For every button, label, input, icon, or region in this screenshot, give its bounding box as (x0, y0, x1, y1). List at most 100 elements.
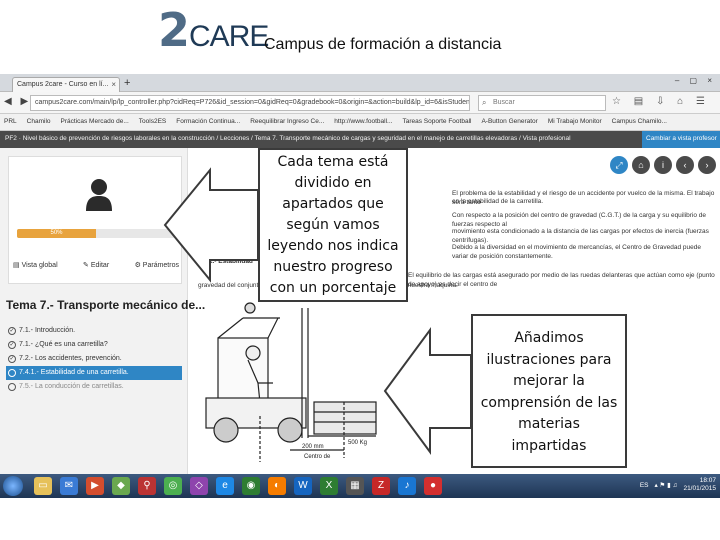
topic-item[interactable]: 7.4.1.- Estabilidad de una carretilla. (6, 366, 182, 380)
lesson-paragraph: Con respecto a la posición del centro de… (452, 212, 707, 228)
folder-icon[interactable]: ▭ (34, 477, 52, 495)
bookmark-item[interactable]: Mi Trabajo Monitor (548, 118, 602, 125)
circle-icon (8, 369, 16, 377)
search-icon: ⌕ (482, 98, 487, 107)
home-icon[interactable]: ⌂ (632, 156, 650, 174)
bookmark-item[interactable]: PRL (4, 118, 17, 125)
topic-item[interactable]: ✓ 7.1.- ¿Qué es una carretilla? (6, 338, 182, 352)
system-tray: ES ▴ ⚑ ▮ ♫ 18:07 21/01/2015 (640, 477, 716, 493)
lesson-toolbar: ⤢ ⌂ i ‹ › (610, 156, 716, 174)
app-icon[interactable]: ◉ (242, 477, 260, 495)
url-input[interactable]: campus2care.com/main/lp/lp_controller.ph… (30, 95, 470, 111)
global-view-button[interactable]: ▤ Vista global (13, 261, 58, 269)
callout-illustrations: Añadimos ilustraciones para mejorar la c… (471, 314, 627, 468)
distance-label: 200 mm (302, 444, 324, 450)
toolbar-icons[interactable]: ☆ ▤ ⇩ ⌂ ☰ (612, 96, 710, 107)
logo-number: 2 (158, 3, 190, 57)
topic-title: Tema 7.- Transporte mecánico de... (6, 298, 206, 312)
circle-icon (8, 383, 16, 391)
topic-label: 7.1.- Introducción. (19, 327, 76, 334)
ie-icon[interactable]: e (216, 477, 234, 495)
topic-label: 7.2.- Los accidentes, prevención. (19, 355, 122, 362)
topic-label: 7.5.- La conducción de carretillas. (19, 383, 124, 390)
center-label: Centro de (304, 454, 331, 460)
browser-tab[interactable]: Campus 2care - Curso en lí... × (12, 77, 120, 92)
brand-logo: 2 CARE (158, 3, 269, 57)
card-buttons: ▤ Vista global ✎ Editar ⚙ Parámetros (13, 261, 179, 269)
topic-label: 7.1.- ¿Qué es una carretilla? (19, 341, 108, 348)
breadcrumb[interactable]: PF2 · Nivel básico de prevención de ries… (0, 131, 720, 148)
back-forward-icons[interactable]: ◀ ▶ (4, 96, 31, 107)
callout-progress: Cada tema está dividido en apartados que… (258, 148, 408, 302)
close-icon[interactable]: × (111, 80, 116, 89)
progress-bar: 50% (17, 229, 175, 238)
sidebar: 50% ▤ Vista global ✎ Editar ⚙ Parámetros… (0, 148, 205, 474)
topic-list: ✓ 7.1.- Introducción. ✓ 7.1.- ¿Qué es una c… (6, 324, 182, 394)
clock[interactable]: 18:07 21/01/2015 (683, 477, 716, 493)
profile-card: 50% ▤ Vista global ✎ Editar ⚙ Parámetros (8, 156, 182, 284)
bookmark-item[interactable]: Formación Continua... (176, 118, 240, 125)
bookmark-item[interactable]: Reequilibrar Ingreso Ce... (250, 118, 324, 125)
firefox-icon[interactable]: ◐ (268, 477, 286, 495)
check-icon: ✓ (8, 355, 16, 363)
avatar-icon (86, 179, 112, 211)
topic-item[interactable]: ✓ 7.2.- Los accidentes, prevención. (6, 352, 182, 366)
parameters-button[interactable]: ⚙ Parámetros (135, 261, 179, 269)
search-input[interactable]: ⌕ Buscar (478, 95, 606, 111)
forklift-illustration: 500 Kg 200 mm Centro de (205, 302, 377, 462)
check-icon: ✓ (8, 341, 16, 349)
subsection-heading: 7.4.1.- Estabilidad (198, 258, 253, 265)
taskbar: ▭ ✉ ▶ ◆ ⚲ ◎ ◇ e ◉ ◐ W X ▦ Z ♪ ● ES ▴ ⚑ ▮… (0, 474, 720, 498)
topic-label: 7.4.1.- Estabilidad de una carretilla. (19, 369, 129, 376)
filezilla-icon[interactable]: Z (372, 477, 390, 495)
switch-view-button[interactable]: Cambiar a vista profesor (642, 131, 720, 148)
lesson-paragraph: Debido a la diversidad en el movimiento … (452, 244, 701, 260)
previous-icon[interactable]: ‹ (676, 156, 694, 174)
tray-icons[interactable]: ▴ ⚑ ▮ ♫ (654, 481, 677, 489)
lesson-paragraph: movimiento esta condicionado a la distan… (452, 228, 709, 244)
word-icon[interactable]: W (294, 477, 312, 495)
excel-icon[interactable]: X (320, 477, 338, 495)
page-title: Campus de formación a distancia (264, 36, 502, 53)
weight-label: 500 Kg (348, 440, 367, 446)
bookmark-item[interactable]: Chamilo (27, 118, 51, 125)
bookmarks-bar: PRL Chamilo Prácticas Mercado de... Tools2E… (0, 114, 720, 131)
clock-time: 18:07 (699, 477, 716, 484)
media-icon[interactable]: ▶ (86, 477, 104, 495)
progress-fill: 50% (17, 229, 96, 238)
bookmark-item[interactable]: http://www.football... (334, 118, 392, 125)
next-icon[interactable]: › (698, 156, 716, 174)
slide: 2 CARE Campus de formación a distancia C… (0, 0, 720, 540)
app-icon[interactable]: ◇ (190, 477, 208, 495)
chrome-icon[interactable]: ◎ (164, 477, 182, 495)
bookmark-item[interactable]: Campus Chamilo... (612, 118, 667, 125)
bookmark-item[interactable]: A-Button Generator (481, 118, 537, 125)
bookmark-item[interactable]: Tareas Soporte Football (402, 118, 471, 125)
browser-navbar: ◀ ▶ campus2care.com/main/lp/lp_controlle… (0, 92, 720, 114)
taskbar-apps: ▭ ✉ ▶ ◆ ⚲ ◎ ◇ e ◉ ◐ W X ▦ Z ♪ ● (34, 477, 442, 495)
bookmark-item[interactable]: Tools2ES (139, 118, 166, 125)
check-icon: ✓ (8, 327, 16, 335)
clock-date: 21/01/2015 (683, 485, 716, 492)
app-icon[interactable]: ▦ (346, 477, 364, 495)
app-icon[interactable]: ● (424, 477, 442, 495)
lesson-paragraph: en la estabilidad de la carretilla. (452, 198, 544, 205)
window-controls[interactable]: – ▢ × (675, 76, 716, 85)
edit-button[interactable]: ✎ Editar (83, 261, 109, 269)
topic-item[interactable]: 7.5.- La conducción de carretillas. (6, 380, 182, 394)
bookmark-item[interactable]: Prácticas Mercado de... (61, 118, 129, 125)
tab-title: Campus 2care - Curso en lí... (17, 81, 109, 88)
logo-word: CARE (189, 20, 269, 53)
browser-titlebar: Campus 2care - Curso en lí... × + – ▢ × (0, 74, 720, 92)
expand-icon[interactable]: ⤢ (610, 156, 628, 174)
itunes-icon[interactable]: ♪ (398, 477, 416, 495)
topic-item[interactable]: ✓ 7.1.- Introducción. (6, 324, 182, 338)
pin-icon[interactable]: ⚲ (138, 477, 156, 495)
new-tab-icon[interactable]: + (124, 77, 130, 89)
outlook-icon[interactable]: ✉ (60, 477, 78, 495)
search-placeholder: Buscar (493, 99, 515, 106)
app-icon[interactable]: ◆ (112, 477, 130, 495)
language-indicator[interactable]: ES (640, 482, 649, 489)
info-icon[interactable]: i (654, 156, 672, 174)
start-button[interactable] (3, 476, 23, 496)
